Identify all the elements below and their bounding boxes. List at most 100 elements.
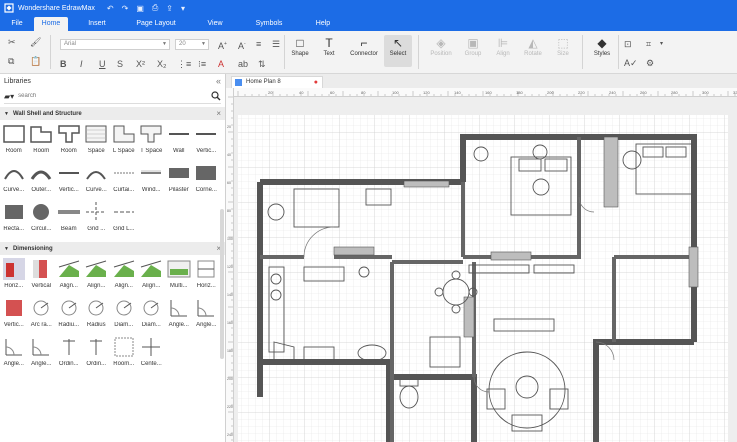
wall-shape-item[interactable]: Grid L... bbox=[110, 200, 138, 239]
dimension-shape-item[interactable]: Align... bbox=[110, 257, 138, 296]
shape-tool-button[interactable]: □ Shape bbox=[286, 35, 314, 57]
wall-shape-item[interactable]: Vertic... bbox=[55, 161, 83, 200]
connector-tool-button[interactable]: ⌐ Connector bbox=[347, 35, 381, 57]
menu-page-layout[interactable]: Page Layout bbox=[126, 17, 186, 31]
font-size-select[interactable]: 20 ▼ bbox=[175, 39, 209, 50]
menu-file[interactable]: File bbox=[0, 17, 34, 31]
dimension-shape-item[interactable]: Horiz... bbox=[193, 257, 221, 296]
font-family-select[interactable]: Arial ▼ bbox=[60, 39, 170, 50]
wall-shape-item[interactable]: Vertic... bbox=[193, 122, 221, 161]
subscript-icon[interactable]: X₂ bbox=[157, 59, 167, 69]
italic-icon[interactable]: I bbox=[80, 59, 83, 69]
dimension-shape-item[interactable]: Angle... bbox=[165, 296, 193, 335]
crop-dropdown-icon[interactable]: ▾ bbox=[660, 39, 663, 49]
wall-shape-item[interactable]: Room bbox=[28, 122, 56, 161]
wall-shape-item[interactable]: Outer... bbox=[28, 161, 56, 200]
bold-icon[interactable]: B bbox=[60, 59, 67, 69]
wall-shape-item[interactable]: Wall bbox=[165, 122, 193, 161]
dimension-shape-item[interactable]: Ordin... bbox=[83, 335, 111, 374]
wall-shape-item[interactable]: Beam bbox=[55, 200, 83, 239]
dimension-shape-item[interactable]: Radiu... bbox=[55, 296, 83, 335]
dimension-shape-item[interactable]: Arc ra... bbox=[28, 296, 56, 335]
decrease-font-icon[interactable]: A- bbox=[238, 39, 246, 51]
text-direction-icon[interactable]: ⇅ bbox=[258, 59, 266, 69]
dimension-shape-item[interactable]: Align... bbox=[55, 257, 83, 296]
wall-shape-item[interactable]: Curve... bbox=[0, 161, 28, 200]
dimension-shape-item[interactable]: Align... bbox=[83, 257, 111, 296]
size-button[interactable]: ⬚ Size bbox=[549, 35, 577, 57]
crop-icon[interactable]: ⌗ bbox=[646, 39, 651, 49]
wall-shape-item[interactable]: Room bbox=[55, 122, 83, 161]
paste-icon[interactable]: 📋 bbox=[30, 56, 41, 66]
superscript-icon[interactable]: X² bbox=[136, 59, 145, 69]
wall-shape-item[interactable]: Curtai... bbox=[110, 161, 138, 200]
increase-font-icon[interactable]: A+ bbox=[218, 39, 227, 51]
font-color-icon[interactable]: A bbox=[218, 59, 224, 69]
library-scrollbar[interactable] bbox=[220, 209, 224, 359]
numbering-icon[interactable]: ⁝≡ bbox=[198, 59, 206, 69]
line-spacing-icon[interactable]: ☰ bbox=[272, 39, 280, 49]
wall-shape-item[interactable]: Room bbox=[0, 122, 28, 161]
document-tab[interactable]: Home Plan 8 ● bbox=[231, 76, 323, 88]
floor-plan-drawing[interactable] bbox=[234, 97, 737, 442]
find-replace-icon[interactable]: ⊡ bbox=[624, 39, 632, 49]
dimension-shape-item[interactable]: Angle... bbox=[0, 335, 28, 374]
dimension-shape-item[interactable]: Vertic... bbox=[0, 296, 28, 335]
menu-help[interactable]: Help bbox=[294, 17, 352, 31]
search-icon[interactable] bbox=[211, 91, 221, 101]
more-icon[interactable]: ▾ bbox=[181, 4, 185, 13]
export-icon[interactable]: ⇪ bbox=[166, 4, 173, 13]
menu-home[interactable]: Home bbox=[34, 17, 68, 31]
settings-icon[interactable]: ⚙ bbox=[646, 58, 654, 68]
group-button[interactable]: ▣ Group bbox=[459, 35, 487, 57]
menu-insert[interactable]: Insert bbox=[68, 17, 126, 31]
wall-shape-item[interactable]: Pilaster bbox=[165, 161, 193, 200]
close-section-icon[interactable]: × bbox=[216, 109, 221, 118]
wall-shape-item[interactable]: Circul... bbox=[28, 200, 56, 239]
spell-check-icon[interactable]: A✓ bbox=[624, 58, 638, 68]
wall-shape-item[interactable]: Curve... bbox=[83, 161, 111, 200]
wall-shape-item[interactable]: Grid ... bbox=[83, 200, 111, 239]
collapse-panel-icon[interactable]: « bbox=[216, 76, 221, 86]
rotate-button[interactable]: ◭ Rotate bbox=[519, 35, 547, 57]
select-tool-button[interactable]: ↖ Select bbox=[384, 35, 412, 67]
dimension-shape-item[interactable]: Room... bbox=[110, 335, 138, 374]
wall-shape-item[interactable]: Corne... bbox=[193, 161, 221, 200]
bullets-icon[interactable]: ⋮≡ bbox=[177, 59, 191, 69]
strikethrough-icon[interactable]: S bbox=[117, 59, 123, 69]
underline-icon[interactable]: U bbox=[99, 59, 106, 69]
dimension-shape-item[interactable]: Angle... bbox=[28, 335, 56, 374]
close-tab-icon[interactable]: ● bbox=[314, 77, 318, 88]
wall-section-header[interactable]: ▼ Wall Shell and Structure × bbox=[0, 107, 225, 120]
text-tool-button[interactable]: T Text bbox=[315, 35, 343, 57]
dimension-shape-item[interactable]: Multi... bbox=[165, 257, 193, 296]
wall-shape-item[interactable]: L Space bbox=[110, 122, 138, 161]
dimension-shape-item[interactable]: Diam... bbox=[110, 296, 138, 335]
redo-icon[interactable]: ↷ bbox=[122, 4, 129, 13]
align-center-icon[interactable]: ≡ bbox=[256, 39, 261, 49]
menu-symbols[interactable]: Symbols bbox=[244, 17, 294, 31]
wall-shape-item[interactable]: T Space bbox=[138, 122, 166, 161]
wall-shape-item[interactable]: Recta... bbox=[0, 200, 28, 239]
menu-view[interactable]: View bbox=[186, 17, 244, 31]
wall-shape-item[interactable]: Space bbox=[83, 122, 111, 161]
undo-icon[interactable]: ↶ bbox=[107, 4, 114, 13]
print-icon[interactable]: ⎙ bbox=[152, 3, 158, 13]
dimension-shape-item[interactable]: Radius bbox=[83, 296, 111, 335]
library-search-input[interactable] bbox=[18, 90, 211, 102]
dimension-shape-item[interactable]: Ordin... bbox=[55, 335, 83, 374]
wall-shape-item[interactable]: Wind... bbox=[138, 161, 166, 200]
format-painter-icon[interactable]: 🖌 bbox=[30, 37, 41, 47]
position-button[interactable]: ◈ Position bbox=[427, 35, 455, 57]
dimension-shape-item[interactable]: Align... bbox=[138, 257, 166, 296]
library-menu-icon[interactable]: ▰▾ bbox=[4, 92, 14, 101]
save-icon[interactable]: ▣ bbox=[136, 4, 144, 13]
dimensioning-section-header[interactable]: ▼ Dimensioning × bbox=[0, 242, 225, 255]
dimension-shape-item[interactable]: Diam... bbox=[138, 296, 166, 335]
ab-style-icon[interactable]: ab bbox=[238, 59, 248, 69]
cut-icon[interactable]: ✂ bbox=[8, 37, 16, 47]
drawing-canvas[interactable] bbox=[234, 97, 737, 442]
dimension-shape-item[interactable]: Vertical bbox=[28, 257, 56, 296]
dimension-shape-item[interactable]: Angle... bbox=[193, 296, 221, 335]
align-button[interactable]: ⊫ Align bbox=[489, 35, 517, 57]
